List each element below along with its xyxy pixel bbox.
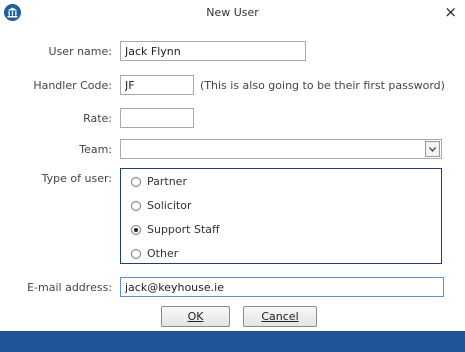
email-input[interactable]: [120, 277, 444, 297]
radio-other[interactable]: Other: [131, 247, 178, 260]
radio-button[interactable]: [131, 176, 141, 187]
radio-dot: [134, 227, 138, 232]
radio-label: Solicitor: [147, 199, 192, 212]
rate-input[interactable]: [120, 108, 194, 128]
user-type-label: Type of user:: [41, 172, 112, 185]
handler-code-label: Handler Code:: [33, 79, 112, 92]
handler-code-note: (This is also going to be their first pa…: [200, 79, 445, 92]
radio-button[interactable]: [131, 200, 141, 211]
radio-support-staff[interactable]: Support Staff: [131, 223, 220, 236]
ok-button[interactable]: OK: [161, 306, 230, 327]
window-title: New User: [206, 6, 259, 19]
team-label: Team:: [79, 143, 112, 156]
user-name-input[interactable]: [120, 41, 306, 61]
status-strip: [0, 331, 465, 352]
handler-code-input[interactable]: [120, 75, 194, 95]
chevron-down-icon[interactable]: [425, 141, 440, 157]
radio-label: Support Staff: [147, 223, 220, 236]
radio-button-selected[interactable]: [131, 224, 141, 235]
rate-label: Rate:: [83, 112, 112, 125]
team-select[interactable]: [120, 139, 442, 159]
user-type-group: Partner Solicitor Support Staff Other: [120, 168, 442, 264]
radio-button[interactable]: [131, 248, 141, 259]
radio-partner[interactable]: Partner: [131, 175, 187, 188]
radio-solicitor[interactable]: Solicitor: [131, 199, 192, 212]
radio-label: Partner: [147, 175, 187, 188]
title-bar: New User ×: [0, 0, 465, 26]
close-icon[interactable]: ×: [444, 3, 457, 21]
cancel-button[interactable]: Cancel: [243, 306, 317, 327]
email-label: E-mail address:: [27, 281, 112, 294]
radio-label: Other: [147, 247, 179, 260]
user-name-label: User name:: [48, 45, 112, 58]
